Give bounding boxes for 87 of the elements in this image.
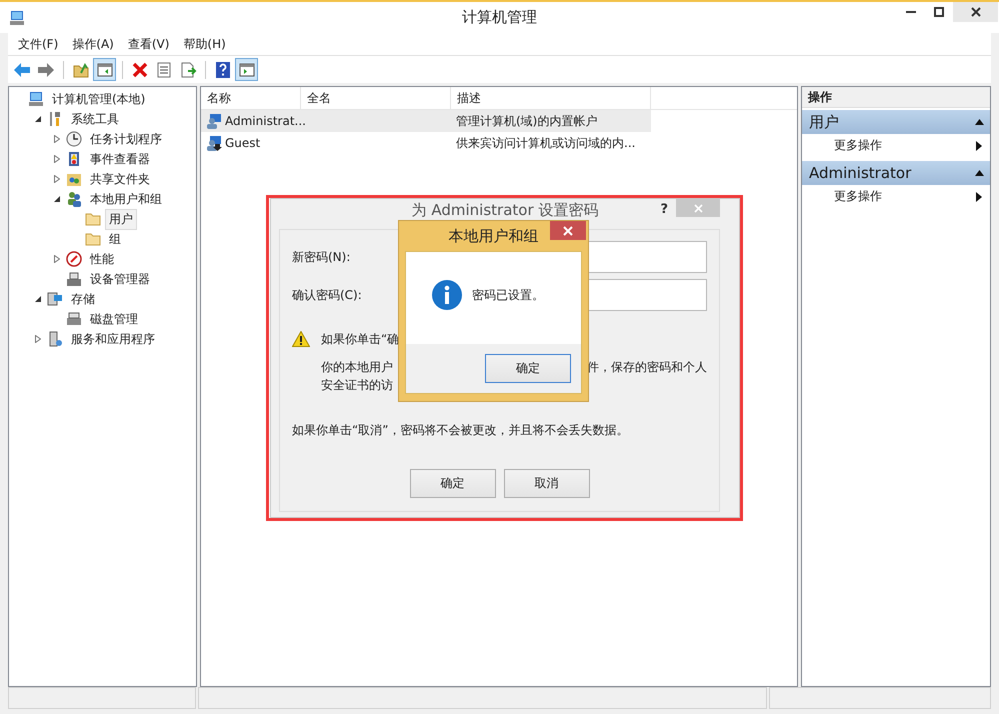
storage-icon [47,291,63,307]
arrow-right-icon [36,60,54,78]
action-link[interactable]: 更多操作 [834,137,882,154]
collapse-icon [975,119,984,125]
warning-text: 如果你单击“确 [321,330,400,348]
ok-button[interactable]: 确定 [485,354,571,383]
shared-folder-icon [66,171,82,187]
note-text: 如果你单击“取消”，密码将不会被更改，并且将不会丢失数据。 [292,422,630,439]
submenu-arrow-icon [976,192,982,202]
computer-icon [8,10,26,26]
section-title: Administrator [809,164,912,182]
tree-item[interactable]: 事件查看器 [86,148,154,170]
tree-item[interactable]: 设备管理器 [86,268,154,290]
minimize-icon [906,11,916,13]
collapse-icon [975,170,984,176]
warning-text: 你的本地用户 [321,358,393,376]
field-label: 确认密码(C): [292,286,363,304]
help-icon [214,60,232,78]
window-title: 计算机管理 [462,8,537,27]
close-icon [130,60,148,78]
close-icon [694,204,702,212]
help-button[interactable]: ? [652,199,676,219]
menu-item[interactable]: 文件(F) [16,36,66,52]
list-cell: Administrat... [225,114,306,128]
event-log-icon [66,151,82,167]
folder-icon [72,60,90,78]
tree-item[interactable]: 服务和应用程序 [67,328,159,350]
message-box-title: 本地用户和组 [448,227,538,246]
submenu-arrow-icon [976,140,982,150]
computer-icon [28,91,44,107]
window-icon [154,60,172,78]
section-header[interactable]: Administrator [802,161,990,185]
message-text: 密码已设置。 [472,286,544,304]
show-tree-button[interactable] [93,58,116,81]
warning-icon [292,331,310,347]
user-icon [206,113,222,129]
menu-item[interactable]: 操作(A) [70,36,122,52]
disk-icon [66,311,82,327]
panel-icon [238,60,256,78]
pane-title: 操作 [802,87,990,108]
folder-icon [85,211,101,227]
tree-item[interactable]: 系统工具 [67,108,123,130]
clock-icon [66,131,82,147]
section-header[interactable]: 用户 [802,110,990,134]
info-icon [432,280,462,310]
tree-item[interactable]: 任务计划程序 [86,128,166,150]
column-header[interactable]: 描述 [451,87,651,109]
list-cell: 供来宾访问计算机或访问域的内... [456,134,636,152]
close-button[interactable] [550,221,586,240]
column-header[interactable]: 名称 [201,87,301,109]
maximize-icon [934,7,944,17]
user-icon [206,135,222,151]
document-icon [178,60,196,78]
close-icon [563,226,573,236]
gauge-icon [66,251,82,267]
tree-item[interactable]: 磁盘管理 [86,308,142,330]
tree-item[interactable]: 用户 [105,208,137,230]
device-icon [66,271,82,287]
dialog-title: 为 Administrator 设置密码 [412,201,598,220]
tree-item[interactable]: 性能 [86,248,118,270]
close-button[interactable] [953,2,998,22]
close-icon [970,7,980,17]
list-cell: Guest [225,136,260,150]
action-link[interactable]: 更多操作 [834,188,882,205]
tools-icon [47,111,63,127]
list-row[interactable]: Administrat... 管理计算机(域)的内置帐户 [201,110,651,132]
tree-item[interactable]: 组 [105,228,125,250]
column-header[interactable]: 全名 [301,87,451,109]
show-actions-button[interactable] [235,58,258,81]
folder-icon [85,231,101,247]
users-icon [66,191,82,207]
panel-icon [96,60,114,78]
list-cell: 管理计算机(域)的内置帐户 [456,112,598,130]
tree-item[interactable]: 共享文件夹 [86,168,154,190]
cancel-button[interactable]: 取消 [504,469,590,498]
tree-item[interactable]: 存储 [67,288,99,310]
menu-item[interactable]: 帮助(H) [181,36,234,52]
server-icon [47,331,63,347]
section-title: 用户 [809,112,839,132]
warning-text: 安全证书的访 [321,376,393,394]
field-label: 新密码(N): [292,248,352,266]
tree-item[interactable]: 计算机管理(本地) [48,88,150,110]
list-row[interactable]: Guest 供来宾访问计算机或访问域的内... [201,132,651,154]
menu-item[interactable]: 查看(V) [126,36,178,52]
arrow-left-icon [12,60,30,78]
tree-item[interactable]: 本地用户和组 [86,188,166,210]
ok-button[interactable]: 确定 [410,469,496,498]
